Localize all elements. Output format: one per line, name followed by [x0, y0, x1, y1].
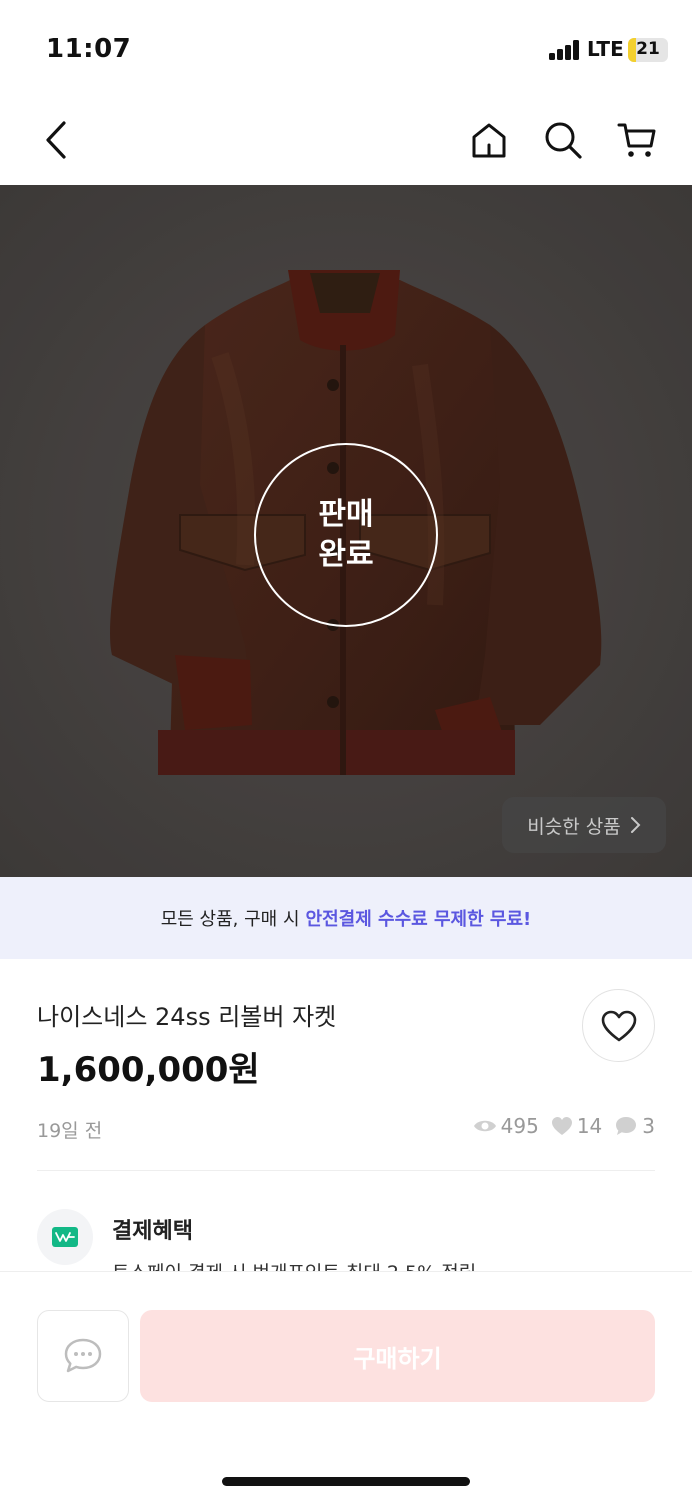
top-nav	[0, 95, 692, 185]
search-icon	[545, 122, 582, 159]
signal-icon	[549, 40, 581, 60]
heart-icon	[601, 1010, 636, 1041]
promo-banner[interactable]: 모든 상품, 구매 시 안전결제 수수료 무제한 무료!	[0, 877, 692, 959]
heart-filled-icon	[551, 1117, 572, 1135]
sold-out-badge: 판매 완료	[254, 443, 438, 627]
views-stat: 495	[473, 1114, 539, 1138]
home-icon	[472, 123, 506, 158]
bottom-action-bar: 구매하기	[0, 1271, 692, 1500]
divider	[37, 1170, 655, 1171]
home-indicator	[222, 1477, 470, 1486]
chevron-right-icon	[630, 817, 641, 833]
status-time: 11:07	[46, 34, 132, 64]
views-count: 495	[500, 1114, 539, 1138]
chat-button[interactable]	[37, 1310, 129, 1402]
buy-button[interactable]: 구매하기	[140, 1310, 655, 1402]
payment-benefit-subtitle: 토스페이 결제 시 번개포인트 최대 2.5% 적립	[112, 1258, 476, 1272]
like-button[interactable]	[582, 989, 655, 1062]
promo-text: 모든 상품, 구매 시	[160, 909, 300, 930]
similar-products-label: 비슷한 상품	[527, 815, 621, 838]
battery-icon: 21	[628, 38, 668, 62]
search-button[interactable]	[538, 115, 588, 165]
product-price: 1,600,000원	[37, 1050, 260, 1090]
eye-icon	[473, 1120, 496, 1132]
promo-accent-text: 안전결제 수수료 무제한 무료!	[305, 909, 532, 930]
product-title: 나이스네스 24ss 리볼버 자켓	[37, 1003, 337, 1031]
likes-count: 14	[576, 1114, 603, 1138]
chat-icon	[64, 1338, 102, 1373]
back-icon	[46, 121, 66, 159]
chats-stat: 3	[614, 1114, 655, 1138]
similar-products-button[interactable]: 비슷한 상품	[502, 797, 666, 853]
payment-benefit-title: 결제혜택	[112, 1219, 193, 1244]
product-stats: 495 14 3	[473, 1114, 655, 1138]
status-bar: 11:07 LTE 21	[0, 0, 692, 95]
pay-logo-icon	[52, 1227, 78, 1247]
chats-count: 3	[642, 1114, 655, 1138]
likes-stat: 14	[551, 1114, 602, 1138]
chat-bubble-icon	[616, 1117, 637, 1135]
home-button[interactable]	[464, 115, 514, 165]
battery-level: 21	[636, 39, 660, 59]
posted-time: 19일 전	[37, 1120, 103, 1142]
back-button[interactable]	[32, 115, 82, 165]
sold-out-line2: 완료	[318, 537, 374, 572]
sold-out-line1: 판매	[318, 497, 374, 532]
network-type: LTE	[587, 37, 624, 61]
cart-button[interactable]	[612, 115, 662, 165]
cart-icon	[617, 123, 656, 157]
product-image[interactable]: 판매 완료 비슷한 상품	[0, 185, 692, 877]
payment-benefit-icon	[37, 1209, 93, 1265]
